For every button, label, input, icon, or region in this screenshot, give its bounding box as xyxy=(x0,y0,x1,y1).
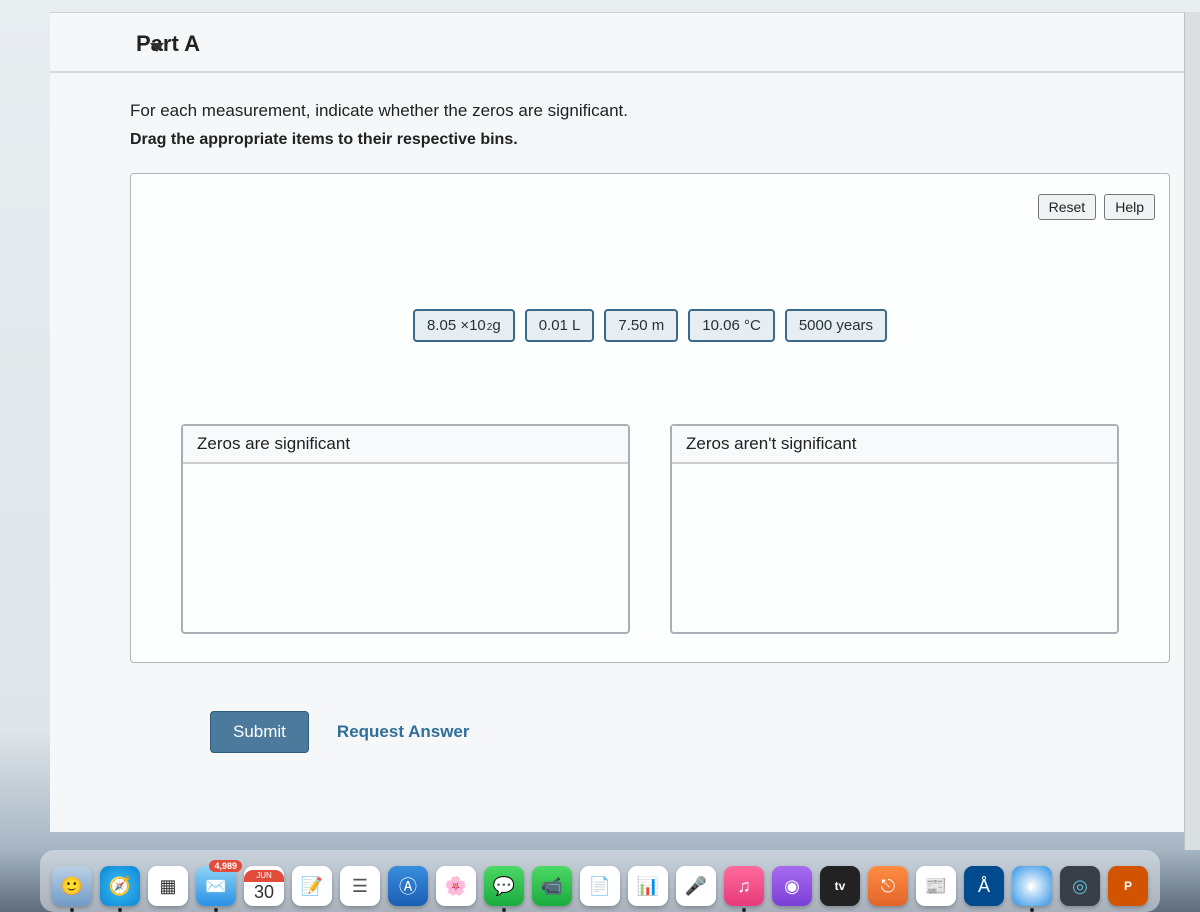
question-body: For each measurement, indicate whether t… xyxy=(50,73,1200,753)
app-icon-b[interactable]: ◎ xyxy=(1060,866,1100,906)
p-label: P xyxy=(1124,879,1132,893)
draggable-items-row: 8.05 ×102g 0.01 L 7.50 m 10.06 °C 5000 y… xyxy=(131,309,1169,342)
app-icon-p[interactable]: P xyxy=(1108,866,1148,906)
drag-drop-activity: Reset Help 8.05 ×102g 0.01 L 7.50 m 10.0… xyxy=(130,173,1170,663)
appstore-icon[interactable]: Ⓐ xyxy=(388,866,428,906)
bin-header-not-significant: Zeros aren't significant xyxy=(672,426,1117,464)
drag-item-label: 7.50 m xyxy=(618,317,664,334)
drag-item-0[interactable]: 8.05 ×102g xyxy=(413,309,515,342)
request-answer-link[interactable]: Request Answer xyxy=(337,722,470,742)
pages-icon[interactable]: 📄 xyxy=(580,866,620,906)
drag-item-label: 10.06 °C xyxy=(702,317,761,334)
reset-button[interactable]: Reset xyxy=(1038,194,1097,220)
submit-button[interactable]: Submit xyxy=(210,711,309,753)
drag-item-4[interactable]: 5000 years xyxy=(785,309,887,342)
mail-icon[interactable]: ✉️4,989 xyxy=(196,866,236,906)
news-icon[interactable]: 📰 xyxy=(916,866,956,906)
drag-item-1[interactable]: 0.01 L xyxy=(525,309,595,342)
part-header: Part A xyxy=(50,13,1200,73)
launchpad-icon[interactable]: ▦ xyxy=(148,866,188,906)
drag-item-label: 8.05 ×10 xyxy=(427,317,486,334)
photos-icon[interactable]: 🌸 xyxy=(436,866,476,906)
drag-item-2[interactable]: 7.50 m xyxy=(604,309,678,342)
bin-significant[interactable]: Zeros are significant xyxy=(181,424,630,634)
finder-icon[interactable]: 🙂 xyxy=(52,866,92,906)
chrome-icon[interactable]: ◐ xyxy=(1012,866,1052,906)
app-icon-a[interactable]: Å xyxy=(964,866,1004,906)
keynote-icon[interactable]: 🎤 xyxy=(676,866,716,906)
drag-item-3[interactable]: 10.06 °C xyxy=(688,309,775,342)
shortcuts-icon[interactable]: ⎋ xyxy=(868,866,908,906)
question-page: Part A For each measurement, indicate wh… xyxy=(50,12,1200,832)
help-button[interactable]: Help xyxy=(1104,194,1155,220)
question-prompt: For each measurement, indicate whether t… xyxy=(130,101,1200,121)
appletv-icon[interactable]: tv xyxy=(820,866,860,906)
calendar-month: JUN xyxy=(244,870,284,882)
part-title: Part A xyxy=(136,31,200,57)
safari-icon[interactable]: 🧭 xyxy=(100,866,140,906)
activity-toolbar: Reset Help xyxy=(1038,194,1155,220)
drag-item-label: 5000 years xyxy=(799,317,873,334)
numbers-icon[interactable]: 📊 xyxy=(628,866,668,906)
calendar-day: 30 xyxy=(254,882,274,903)
podcasts-icon[interactable]: ◉ xyxy=(772,866,812,906)
notes-icon[interactable]: 📝 xyxy=(292,866,332,906)
vertical-scrollbar[interactable] xyxy=(1184,12,1200,850)
dock-area: 🙂 🧭 ▦ ✉️4,989 JUN 30 📝 ☰ Ⓐ 🌸 💬 📹 📄 📊 🎤 ♫… xyxy=(0,850,1200,912)
calendar-icon[interactable]: JUN 30 xyxy=(244,866,284,906)
mail-badge: 4,989 xyxy=(209,860,242,872)
drag-item-unit: g xyxy=(492,317,500,334)
dock: 🙂 🧭 ▦ ✉️4,989 JUN 30 📝 ☰ Ⓐ 🌸 💬 📹 📄 📊 🎤 ♫… xyxy=(40,850,1160,912)
collapse-icon[interactable] xyxy=(150,43,164,52)
reminders-icon[interactable]: ☰ xyxy=(340,866,380,906)
actions-row: Submit Request Answer xyxy=(210,711,1200,753)
drag-item-label: 0.01 L xyxy=(539,317,581,334)
bin-header-significant: Zeros are significant xyxy=(183,426,628,464)
messages-icon[interactable]: 💬 xyxy=(484,866,524,906)
question-instruction: Drag the appropriate items to their resp… xyxy=(130,131,1200,149)
bin-not-significant[interactable]: Zeros aren't significant xyxy=(670,424,1119,634)
bins-row: Zeros are significant Zeros aren't signi… xyxy=(181,424,1119,634)
facetime-icon[interactable]: 📹 xyxy=(532,866,572,906)
appletv-label: tv xyxy=(835,879,846,893)
music-icon[interactable]: ♫ xyxy=(724,866,764,906)
